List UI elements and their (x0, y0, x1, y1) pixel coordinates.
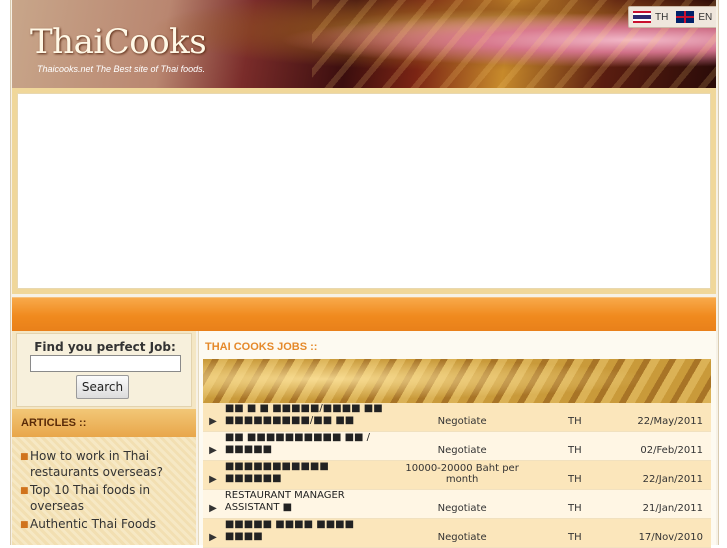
article-link[interactable]: Authentic Thai Foods (30, 517, 156, 531)
job-title-link[interactable]: RESTAURANT MANAGER ASSISTANT ■ (225, 490, 345, 513)
sidebar: Find you perfect Job: Search ARTICLES ::… (12, 331, 196, 545)
job-salary: Negotiate (385, 489, 539, 519)
search-button[interactable]: Search (76, 375, 129, 399)
arrow-right-icon: ▶ (203, 489, 223, 519)
job-location: TH (538, 489, 612, 519)
arrow-right-icon: ▶ (203, 460, 223, 490)
job-title-link[interactable]: ■■ ■ ■ ■■■■■/■■■■ ■■ ■■■■■■■■■/■■ ■■ (225, 403, 383, 426)
job-salary: Negotiate (385, 403, 539, 432)
articles-heading: ARTICLES :: (12, 409, 196, 437)
advertisement-placeholder (17, 93, 711, 289)
table-row[interactable]: ▶ RESTAURANT MANAGER ASSISTANT ■ Negotia… (203, 489, 711, 519)
site-logo[interactable]: ThaiCooks (30, 22, 207, 62)
jobs-banner-image (203, 359, 711, 403)
table-row[interactable]: ▶ ■■■■■ ■■■■ ■■■■ ■■■■ Negotiate TH 17/N… (203, 518, 711, 548)
article-link[interactable]: Top 10 Thai foods in overseas (30, 483, 150, 513)
language-switcher: TH EN (628, 6, 716, 28)
bullet-icon: ■ (20, 452, 29, 462)
language-th-link[interactable]: TH (655, 12, 668, 23)
job-date: 22/May/2011 (611, 403, 711, 432)
job-location: TH (538, 460, 612, 490)
site-tagline: Thaicooks.net The Best site of Thai food… (37, 64, 206, 74)
list-item: ■ Top 10 Thai foods in overseas (20, 482, 190, 514)
search-input[interactable] (30, 355, 181, 372)
main-content: THAI COOKS JOBS :: ▶ ■■ ■ ■ ■■■■■/■■■■ ■… (198, 331, 716, 548)
language-en-link[interactable]: EN (698, 12, 712, 23)
job-date: 02/Feb/2011 (611, 431, 711, 461)
jobs-heading: THAI COOKS JOBS :: (205, 341, 318, 353)
header-banner: ThaiCooks Thaicooks.net The Best site of… (12, 0, 716, 88)
arrow-right-icon: ▶ (203, 518, 223, 548)
thailand-flag-icon[interactable] (633, 11, 651, 23)
job-date: 17/Nov/2010 (611, 518, 711, 548)
job-title-link[interactable]: ■■■■■ ■■■■ ■■■■ ■■■■ (225, 519, 354, 542)
search-title: Find you perfect Job: (34, 340, 176, 354)
bullet-icon: ■ (20, 520, 29, 530)
job-salary: Negotiate (385, 518, 539, 548)
articles-list: ■ How to work in Thai restaurants oversea… (12, 437, 196, 532)
arrow-right-icon: ▶ (203, 403, 223, 432)
advertisement-area (12, 88, 716, 294)
list-item: ■ Authentic Thai Foods (20, 516, 190, 532)
job-location: TH (538, 403, 612, 432)
bullet-icon: ■ (20, 486, 29, 496)
job-location: TH (538, 518, 612, 548)
articles-panel: ■ How to work in Thai restaurants oversea… (12, 437, 196, 545)
arrow-right-icon: ▶ (203, 431, 223, 461)
job-salary: 10000-20000 Baht per month (385, 460, 539, 490)
job-title-link[interactable]: ■■ ■■■■■■■■■■ ■■ /■■■■■ (225, 432, 370, 455)
table-row[interactable]: ▶ ■■■■■■■■■■■ ■■■■■■ 10000-20000 Baht pe… (203, 460, 711, 490)
navigation-bar (12, 297, 716, 331)
jobs-table: ▶ ■■ ■ ■ ■■■■■/■■■■ ■■ ■■■■■■■■■/■■ ■■ N… (203, 403, 711, 548)
list-item: ■ How to work in Thai restaurants oversea… (20, 448, 190, 480)
job-search-box: Find you perfect Job: Search (16, 333, 192, 407)
article-link[interactable]: How to work in Thai restaurants overseas… (30, 449, 163, 479)
uk-flag-icon[interactable] (676, 11, 695, 23)
table-row[interactable]: ▶ ■■ ■■■■■■■■■■ ■■ /■■■■■ Negotiate TH 0… (203, 431, 711, 461)
job-title-link[interactable]: ■■■■■■■■■■■ ■■■■■■ (225, 461, 329, 484)
job-location: TH (538, 431, 612, 461)
table-row[interactable]: ▶ ■■ ■ ■ ■■■■■/■■■■ ■■ ■■■■■■■■■/■■ ■■ N… (203, 403, 711, 432)
job-salary: Negotiate (385, 431, 539, 461)
job-date: 21/Jan/2011 (611, 489, 711, 519)
job-date: 22/Jan/2011 (611, 460, 711, 490)
